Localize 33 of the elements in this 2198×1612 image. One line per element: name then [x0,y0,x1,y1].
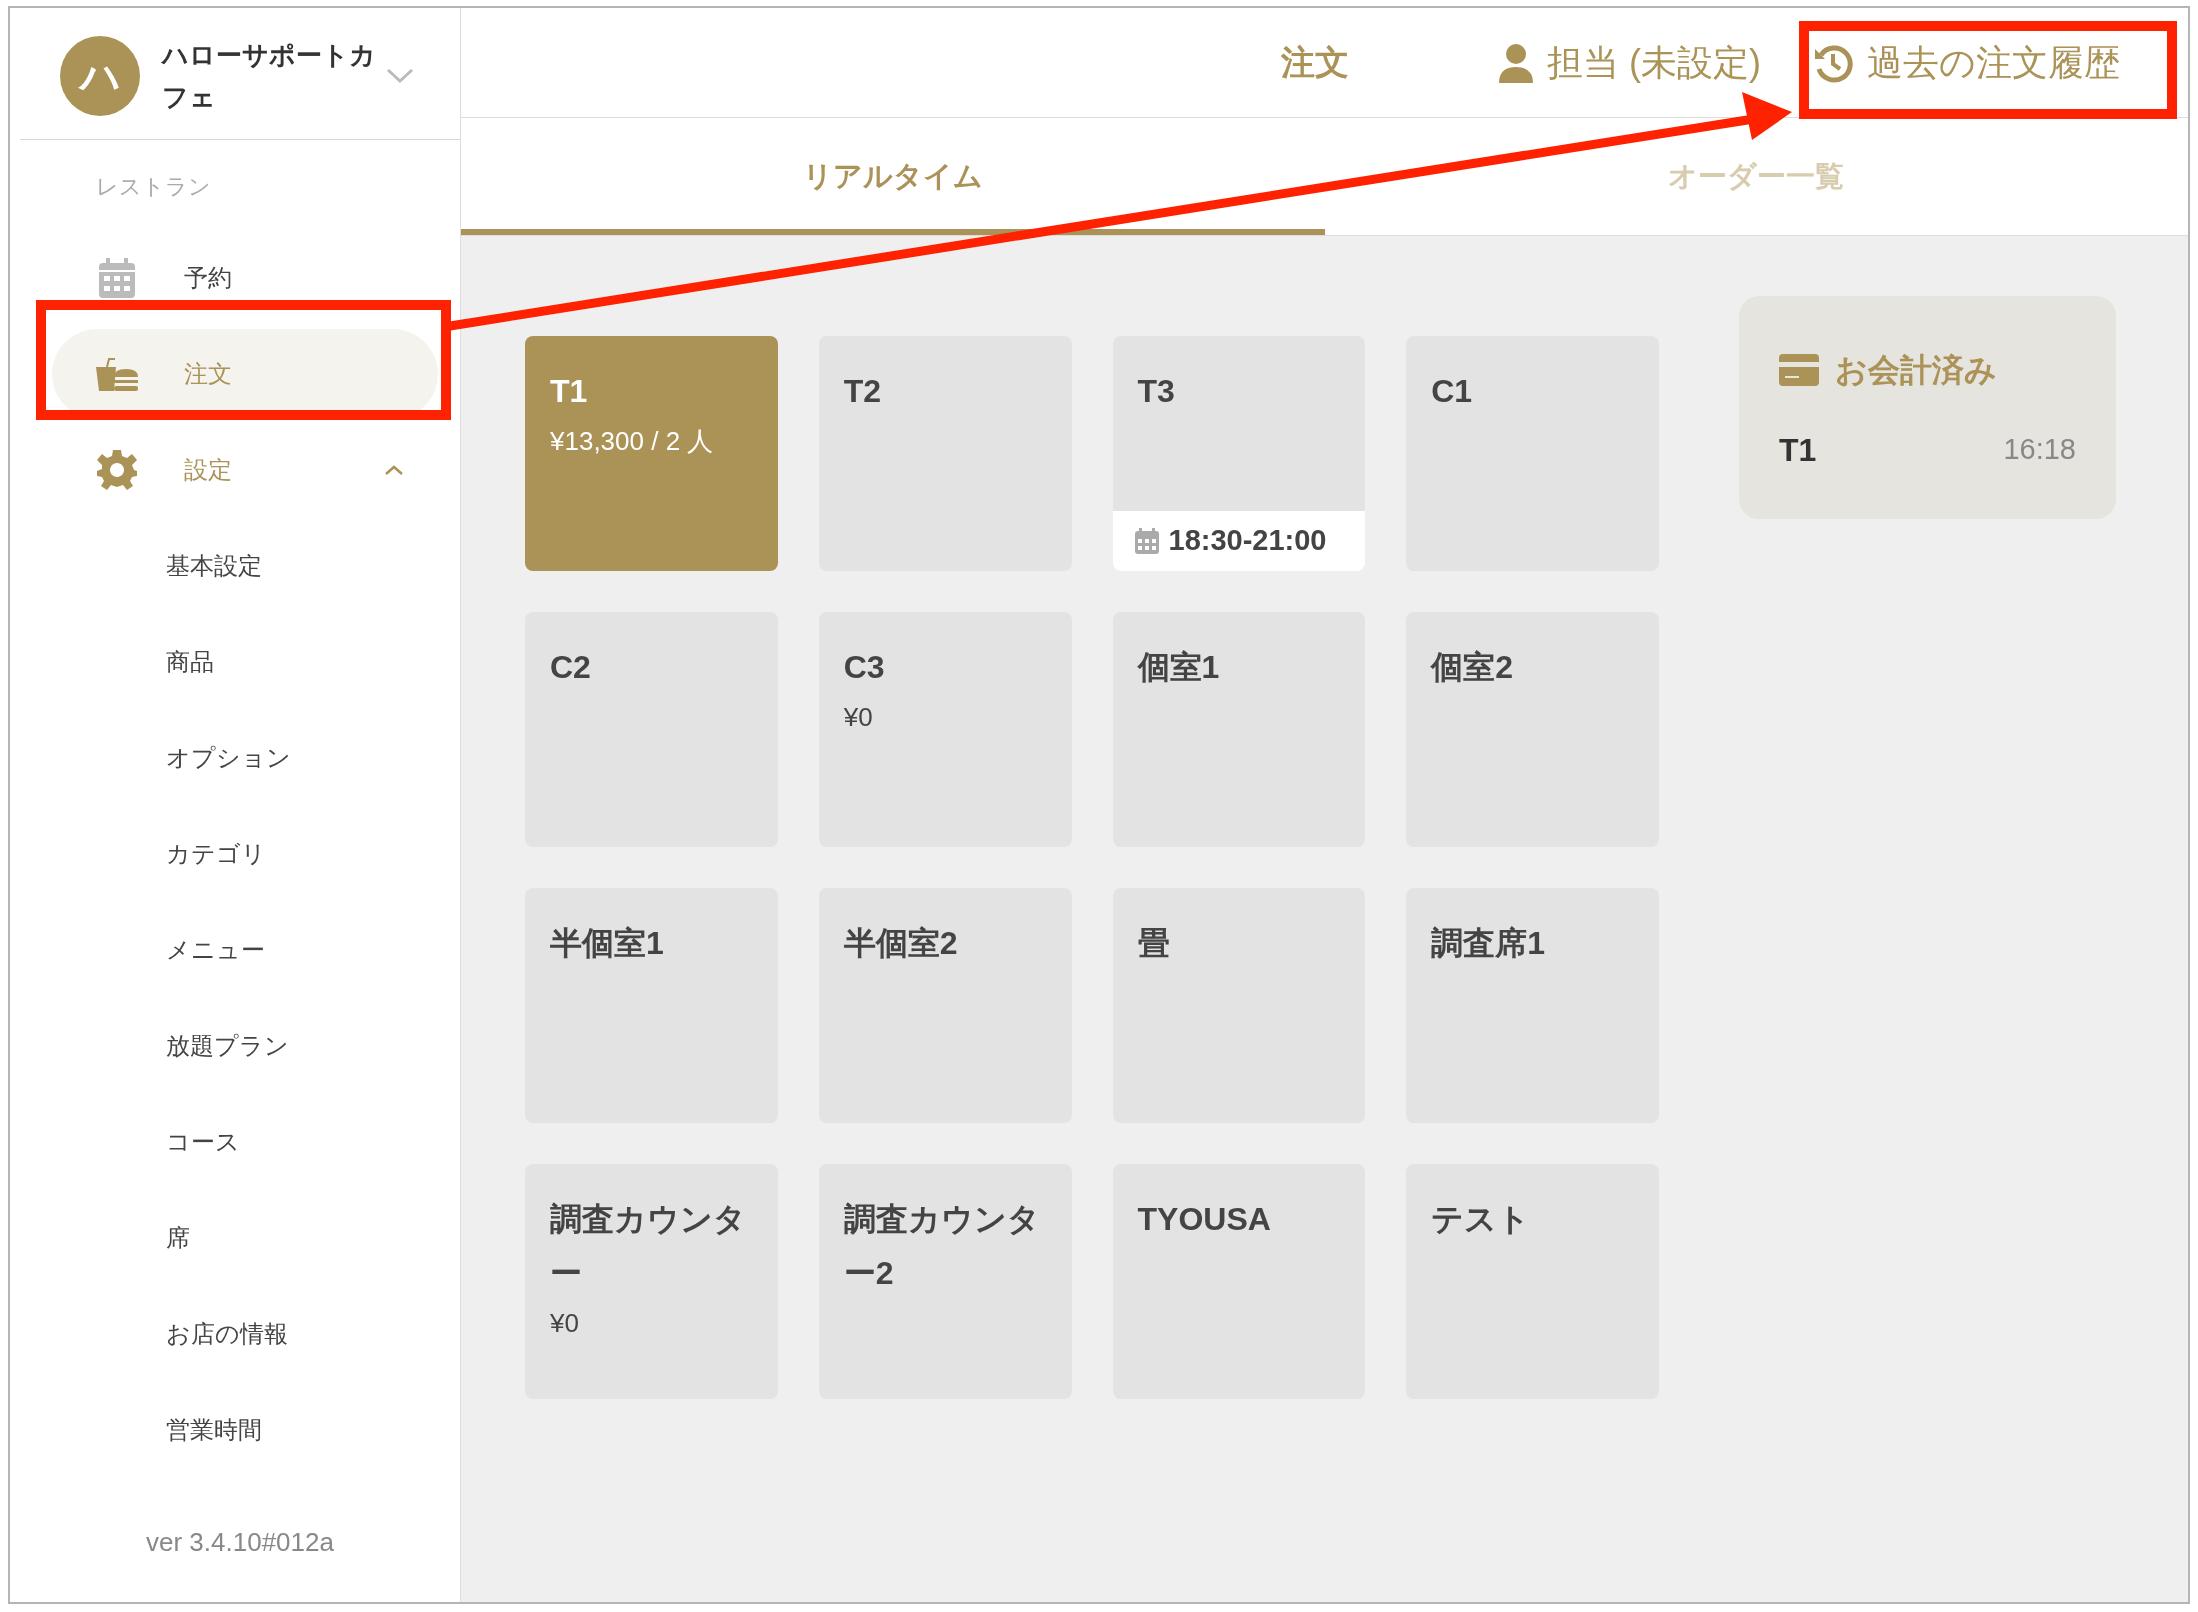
table-card[interactable]: 調査カウンター ¥0 [525,1164,778,1399]
table-card[interactable]: T3 18:30-21:00 [1112,336,1366,571]
shop-avatar: ハ [60,35,140,116]
page-title: 注文 [1281,42,1349,83]
submenu-item[interactable]: 放題プラン [166,1028,289,1064]
table-card[interactable]: 畳 [1112,888,1366,1123]
table-card[interactable]: 個室2 [1406,612,1659,847]
submenu-item[interactable]: オプション [166,740,291,776]
table-card[interactable]: 個室1 [1112,612,1366,847]
section-label: レストラン [96,173,212,201]
table-card[interactable]: 調査席1 [1406,888,1659,1123]
submenu-item[interactable]: コース [166,1124,240,1160]
submenu-item[interactable]: 基本設定 [166,548,262,584]
paid-entry[interactable]: T1 16:18 [1779,426,2076,474]
version-text: ver 3.4.10#012a [145,1526,335,1559]
nav-item[interactable]: 予約 [52,233,438,323]
table-card[interactable]: 半個室1 [525,888,778,1123]
submenu-item[interactable]: 営業時間 [166,1412,262,1448]
panel-title: お会計済み [1835,351,1997,390]
submenu-item[interactable]: カテゴリ [166,836,266,872]
table-card[interactable]: 半個室2 [818,888,1072,1123]
table-card[interactable]: 調査カウンター2 [818,1164,1072,1399]
shop-name[interactable]: ハローサポートカフェ [162,33,377,118]
submenu-item[interactable]: メニュー [166,932,265,968]
table-card[interactable]: テスト [1406,1164,1659,1399]
submenu-item[interactable]: 席 [166,1220,190,1256]
table-card[interactable]: C3 ¥0 [818,612,1072,847]
table-card[interactable]: C1 [1406,336,1659,571]
submenu-item[interactable]: お店の情報 [166,1316,288,1352]
table-card[interactable]: C2 [525,612,778,847]
submenu-item[interactable]: 商品 [166,644,214,680]
table-card[interactable]: T2 [818,336,1072,571]
table-card[interactable]: TYOUSA [1112,1164,1366,1399]
